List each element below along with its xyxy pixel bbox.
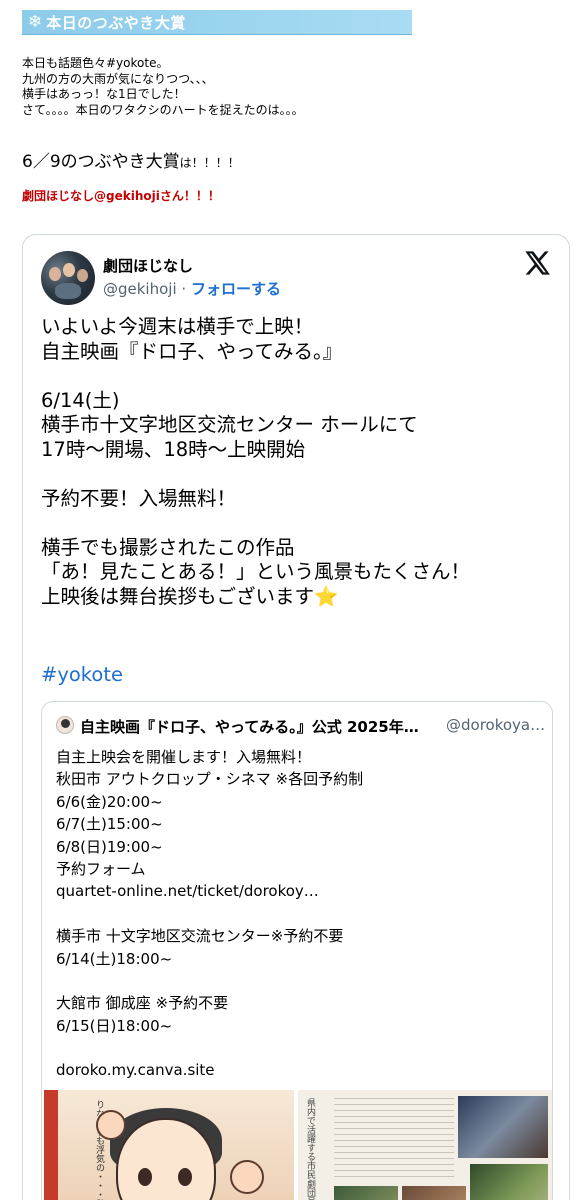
quoted-line: 6/7(土)15:00~: [56, 815, 163, 834]
award-title: 6／9のつぶやき大賞は！！！！: [22, 147, 240, 172]
author-handle[interactable]: @gekihoji: [103, 280, 177, 298]
quoted-author-name[interactable]: 自主映画『ドロ子、やってみる。』公式 2025年夏、上映: [80, 716, 430, 737]
quoted-author-handle[interactable]: @dorokoyatte: [446, 716, 546, 734]
intro-line: 本日も話題色々#yokote。: [22, 56, 169, 70]
author-avatar[interactable]: [41, 251, 95, 305]
section-heading: ❄ 本日のつぶやき大賞: [22, 10, 412, 35]
quoted-tweet-text: 自主上映会を開催します！入場無料！ 秋田市 アウトクロップ・シネマ ※各回予約制…: [56, 746, 546, 1082]
quoted-line: [56, 903, 546, 925]
quoted-line: 6/8(日)19:00~: [56, 837, 163, 856]
quoted-line: 6/14(土)18:00~: [56, 949, 173, 968]
tweet-text: いよいよ今週末は横手で上映！ 自主映画『ドロ子、やってみる。』 6/14(土) …: [41, 315, 561, 609]
tweet-line: 自主映画『ドロ子、やってみる。』: [41, 339, 343, 363]
quoted-tweet[interactable]: 自主映画『ドロ子、やってみる。』公式 2025年夏、上映 @dorokoyatt…: [41, 701, 553, 1200]
tweet-line: [41, 511, 561, 536]
x-logo-icon[interactable]: [523, 249, 551, 277]
intro-line: さて。。。。本日のワタクシのハートを捉えたのは。。。: [22, 102, 304, 117]
tweet-line: 「あ！見たことある！」という風景もたくさん！: [41, 560, 471, 583]
award-title-suffix: は！！！！: [179, 156, 240, 170]
award-title-main: 6／9のつぶやき大賞: [22, 152, 180, 172]
quoted-line: 横手市 十文字地区交流センター※予約不要: [56, 927, 344, 946]
embedded-tweet[interactable]: 劇団ほじなし @gekihoji · フォローする いよいよ今週末は横手で上映！…: [22, 234, 570, 1200]
tweet-line: 横手でも撮影されたこの作品: [41, 535, 295, 559]
follow-button[interactable]: フォローする: [191, 280, 281, 298]
quoted-line: 予約フォーム: [56, 859, 146, 878]
quoted-link[interactable]: doroko.my.canva.site: [56, 1059, 546, 1081]
quoted-line: 大館市 御成座 ※予約不要: [56, 994, 229, 1013]
tweet-line: いよいよ今週末は横手で上映！: [41, 315, 314, 338]
author-name[interactable]: 劇団ほじなし: [103, 255, 193, 276]
quoted-line: 自主上映会を開催します！入場無料！: [56, 748, 312, 766]
meta-separator: ·: [176, 280, 191, 298]
tweet-line: 6/14(土): [41, 388, 120, 412]
quoted-line: [56, 970, 546, 992]
tweet-line: 上映後は舞台挨拶もございます⭐: [41, 584, 339, 608]
quoted-line: 6/6(金)20:00~: [56, 792, 163, 811]
flyer-right-vertical-text: 県内で活躍する市民劇団員＆: [305, 1098, 315, 1200]
tweet-line: 横手市十文字地区交流センター ホールにて: [41, 413, 418, 436]
snowflake-icon: ❄: [28, 12, 43, 32]
flyer-illustration-image[interactable]: りながらも浮気の・・・秋田県横: [44, 1090, 294, 1200]
quoted-line: 6/15(日)18:00~: [56, 1016, 173, 1035]
winner-text: 劇団ほじなし@gekihojiさん！！！: [22, 189, 220, 203]
intro-line: 九州の方の大雨が気になりつつ、、、: [22, 71, 214, 86]
flyer-details-image[interactable]: 県内で活躍する市民劇団員＆: [298, 1090, 552, 1200]
hashtag-link[interactable]: #yokote: [41, 663, 123, 686]
tweet-line: [41, 462, 561, 487]
quoted-author-avatar[interactable]: [56, 716, 74, 734]
quoted-line: [56, 1037, 546, 1059]
tweet-line: 予約不要！入場無料！: [41, 486, 237, 510]
quoted-link[interactable]: quartet-online.net/ticket/dorokoy…: [56, 880, 546, 902]
quoted-line: 秋田市 アウトクロップ・シネマ ※各回予約制: [56, 770, 364, 789]
section-heading-title: 本日のつぶやき大賞: [46, 13, 186, 32]
tweet-line: 17時〜開場、18時〜上映開始: [41, 437, 306, 461]
tweet-line: [41, 364, 561, 389]
author-meta: @gekihoji · フォローする: [103, 278, 281, 299]
intro-line: 横手はあっっ！な1日でした！: [22, 87, 186, 101]
intro-text: 本日も話題色々#yokote。 九州の方の大雨が気になりつつ、、、 横手はあっっ…: [22, 56, 562, 118]
